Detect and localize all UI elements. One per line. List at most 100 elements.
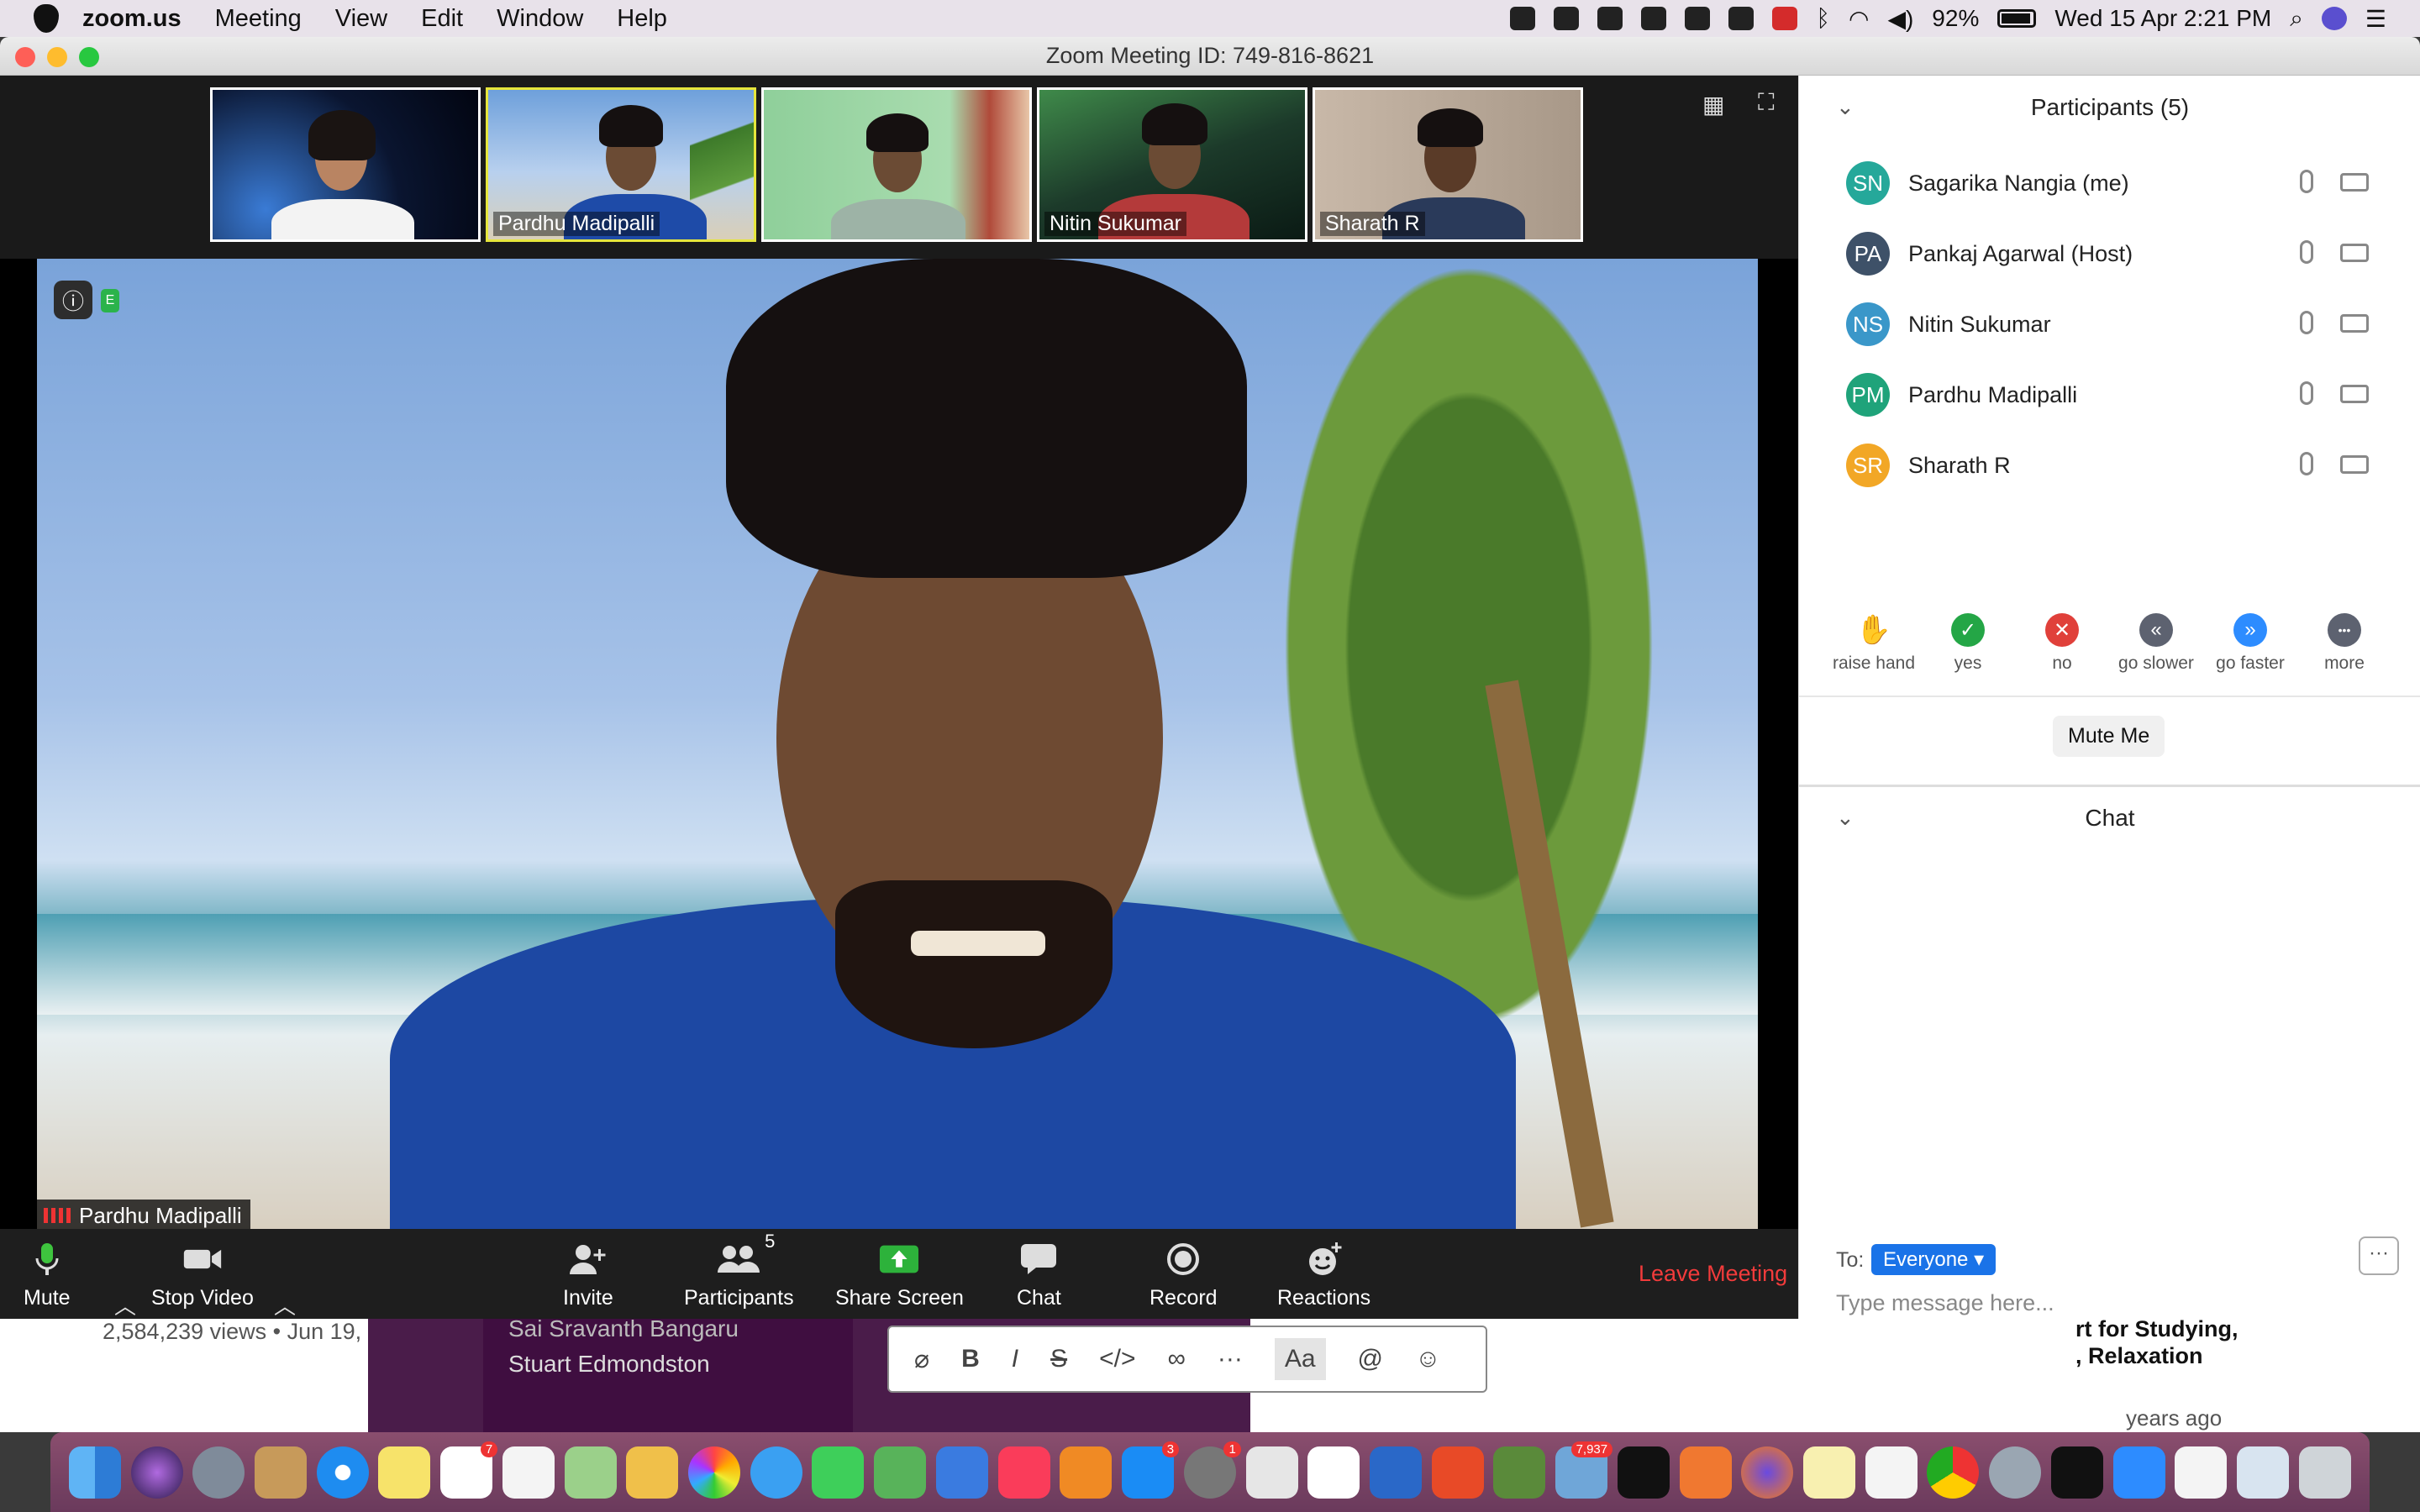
clock[interactable]: Wed 15 Apr 2:21 PM	[2054, 5, 2271, 32]
chat-message-input[interactable]	[1836, 1290, 2382, 1316]
outlook-icon[interactable]	[1369, 1446, 1422, 1499]
facetime-icon[interactable]	[812, 1446, 865, 1499]
app-icon[interactable]	[1679, 1446, 1732, 1499]
office-icon[interactable]	[1245, 1446, 1298, 1499]
leave-meeting-button[interactable]: Leave Meeting	[1639, 1229, 1787, 1319]
textedit-icon[interactable]	[1865, 1446, 1918, 1499]
italic-icon[interactable]: I	[1012, 1345, 1018, 1373]
participant-row[interactable]: PA Pankaj Agarwal (Host)	[1846, 228, 2384, 279]
chrome-icon[interactable]	[1927, 1446, 1980, 1499]
app-icon[interactable]	[1989, 1446, 2042, 1499]
firefox-icon[interactable]	[1741, 1446, 1794, 1499]
microphone-icon[interactable]	[2300, 240, 2313, 264]
slack-icon[interactable]	[1307, 1446, 1360, 1499]
contacts-icon[interactable]	[255, 1446, 308, 1499]
menu-view[interactable]: View	[318, 5, 404, 33]
status-app-icon[interactable]	[1597, 7, 1623, 30]
keynote-icon[interactable]	[935, 1446, 988, 1499]
mute-button[interactable]: Mute	[24, 1229, 71, 1319]
document-icon[interactable]	[2175, 1446, 2228, 1499]
zoom-status-icon[interactable]	[1510, 7, 1536, 30]
launchpad-icon[interactable]	[192, 1446, 245, 1499]
volume-icon[interactable]: ◀)	[1887, 5, 1913, 33]
go-slower-button[interactable]: « go slower	[2110, 613, 2202, 674]
intellij-icon[interactable]	[2050, 1446, 2103, 1499]
encryption-icon[interactable]: E	[101, 289, 119, 312]
shield-icon[interactable]	[1772, 7, 1798, 30]
audio-options-chevron-icon[interactable]: ︿	[114, 1289, 136, 1319]
invite-button[interactable]: Invite	[563, 1229, 613, 1319]
chat-more-options-button[interactable]: ···	[2359, 1236, 2399, 1275]
fullscreen-icon[interactable]: ⛶	[1758, 89, 1775, 117]
mute-me-button[interactable]: Mute Me	[2053, 716, 2165, 757]
apple-menu-icon[interactable]	[34, 4, 59, 33]
video-thumbnail[interactable]: Sharath R	[1313, 87, 1583, 242]
menu-meeting[interactable]: Meeting	[198, 5, 318, 33]
mention-icon[interactable]: @	[1358, 1345, 1383, 1373]
chat-recipient-dropdown[interactable]: Everyone ▾	[1871, 1244, 1996, 1275]
slack-user-item[interactable]: Stuart Edmondston	[508, 1351, 710, 1378]
more-feedback-button[interactable]: ••• more	[2298, 613, 2391, 674]
fullscreen-window-button[interactable]	[79, 47, 99, 67]
spotlight-search-icon[interactable]: ⌕	[2290, 5, 2303, 33]
finder-icon[interactable]	[68, 1446, 121, 1499]
video-thumbnail[interactable]	[210, 87, 481, 242]
docker-icon[interactable]	[1641, 7, 1667, 30]
participants-button[interactable]: 5 Participants	[684, 1229, 794, 1319]
gallery-view-icon[interactable]: ▦	[1702, 91, 1724, 118]
raise-hand-button[interactable]: ✋ raise hand	[1828, 613, 1920, 674]
pages-icon[interactable]	[626, 1446, 679, 1499]
record-button[interactable]: Record	[1150, 1229, 1218, 1319]
folder-icon[interactable]	[2237, 1446, 2290, 1499]
menu-help[interactable]: Help	[600, 5, 684, 33]
status-app-icon[interactable]	[1685, 7, 1711, 30]
mail-icon[interactable]: 7,937	[1555, 1441, 1613, 1499]
bluetooth-icon[interactable]: ᛒ	[1816, 5, 1830, 32]
stop-video-button[interactable]: Stop Video	[151, 1229, 254, 1319]
participant-row[interactable]: SN Sagarika Nangia (me)	[1846, 158, 2384, 208]
stickies-icon[interactable]	[1802, 1446, 1855, 1499]
menu-edit[interactable]: Edit	[404, 5, 480, 33]
strikethrough-icon[interactable]: S	[1050, 1345, 1067, 1373]
notification-center-icon[interactable]: ☰	[2365, 5, 2386, 33]
wifi-icon[interactable]: ◠	[1849, 5, 1869, 33]
video-options-chevron-icon[interactable]: ︿	[274, 1289, 296, 1319]
code-icon[interactable]: </>	[1099, 1345, 1135, 1373]
meeting-info-icon[interactable]: ⓘ	[54, 281, 92, 319]
go-faster-button[interactable]: » go faster	[2204, 613, 2296, 674]
video-camera-icon[interactable]	[2340, 173, 2369, 192]
video-camera-icon[interactable]	[2340, 314, 2369, 333]
microphone-icon[interactable]	[2300, 381, 2313, 405]
siri-icon[interactable]	[130, 1446, 183, 1499]
yt-video-title[interactable]: rt for Studying, , Relaxation	[2075, 1315, 2238, 1369]
safari-icon[interactable]	[316, 1446, 369, 1499]
messages-icon[interactable]	[750, 1446, 802, 1499]
app-icon[interactable]	[1493, 1446, 1546, 1499]
close-window-button[interactable]	[15, 47, 35, 67]
app-icon[interactable]	[1431, 1446, 1484, 1499]
active-speaker-video[interactable]	[37, 259, 1758, 1229]
trash-icon[interactable]	[2298, 1446, 2351, 1499]
app-store-icon[interactable]: 3	[1122, 1441, 1180, 1499]
system-preferences-icon[interactable]: 1	[1183, 1441, 1241, 1499]
maps-icon[interactable]	[564, 1446, 617, 1499]
attach-icon[interactable]: ⌀	[914, 1345, 929, 1374]
numbers-icon[interactable]	[874, 1446, 927, 1499]
chat-button[interactable]: Chat	[1017, 1229, 1061, 1319]
siri-icon[interactable]	[2321, 7, 2347, 30]
terminal-icon[interactable]	[1617, 1446, 1670, 1499]
reactions-button[interactable]: Reactions	[1277, 1229, 1370, 1319]
video-camera-icon[interactable]	[2340, 385, 2369, 403]
books-icon[interactable]	[1060, 1446, 1113, 1499]
minimize-window-button[interactable]	[47, 47, 67, 67]
share-screen-button[interactable]: Share Screen	[835, 1229, 964, 1319]
emoji-icon[interactable]: ☺	[1415, 1345, 1441, 1373]
participant-row[interactable]: PM Pardhu Madipalli	[1846, 370, 2384, 420]
video-camera-icon[interactable]	[2340, 244, 2369, 262]
yes-button[interactable]: ✓ yes	[1922, 613, 2014, 674]
gmail-icon[interactable]	[1728, 7, 1754, 30]
participant-row[interactable]: NS Nitin Sukumar	[1846, 299, 2384, 349]
more-icon[interactable]: ···	[1218, 1345, 1243, 1373]
video-camera-icon[interactable]	[2340, 455, 2369, 474]
microphone-icon[interactable]	[2300, 170, 2313, 193]
